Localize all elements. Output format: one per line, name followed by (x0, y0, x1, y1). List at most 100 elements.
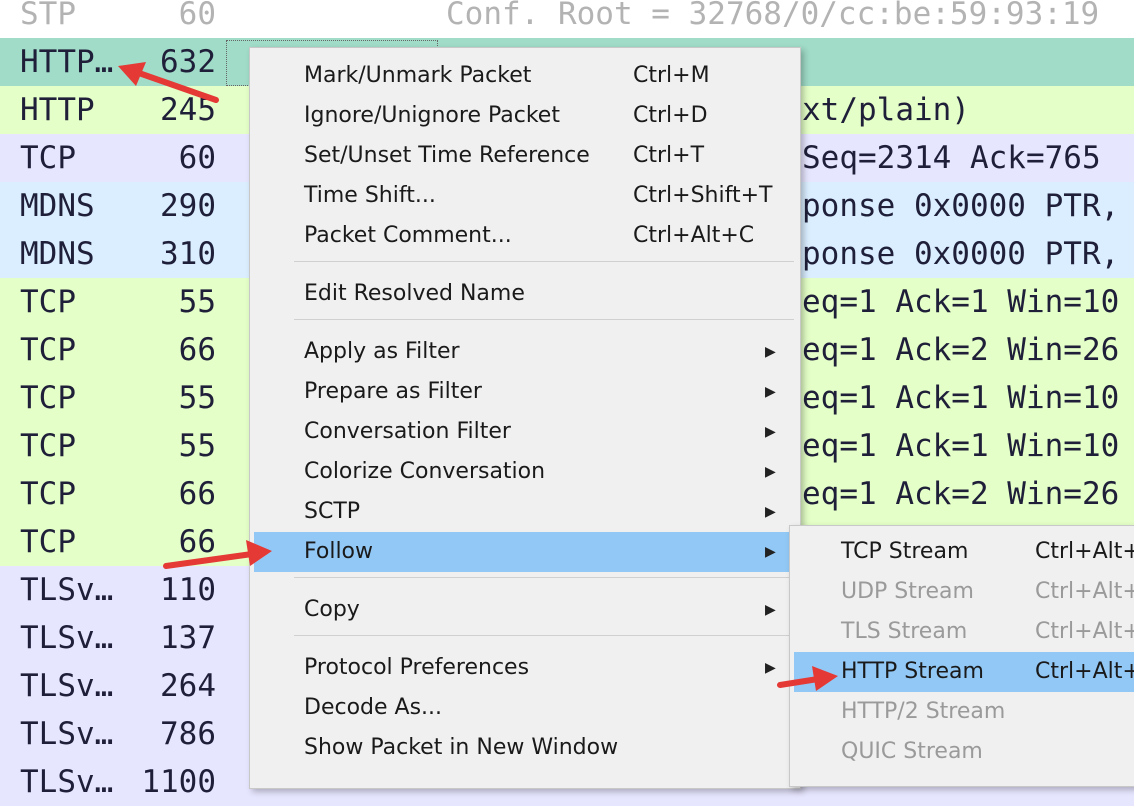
menu-item-label: TLS Stream (841, 619, 968, 644)
menu-item-shortcut: Ctrl+Alt+C (633, 223, 755, 248)
menu-item-shortcut: Ctrl+D (633, 103, 708, 128)
info-cell: eq=1 Ack=2 Win=26 (802, 476, 1120, 512)
menu-item-copy[interactable]: Copy ▶ (254, 590, 796, 630)
submenu-item-http-stream[interactable]: HTTP Stream Ctrl+Alt+ (794, 652, 1134, 692)
protocol-cell: TCP (20, 476, 76, 512)
menu-item-label: Follow (304, 539, 374, 564)
protocol-cell: TCP (20, 380, 76, 416)
protocol-cell: HTTP… (20, 44, 114, 80)
protocol-cell: TLSv… (20, 764, 114, 800)
menu-item-decode-as[interactable]: Decode As... (254, 688, 796, 728)
follow-submenu: TCP Stream Ctrl+Alt+ UDP Stream Ctrl+Alt… (789, 525, 1134, 787)
menu-item-sctp[interactable]: SCTP ▶ (254, 492, 796, 532)
menu-item-colorize-conversation[interactable]: Colorize Conversation ▶ (254, 452, 796, 492)
menu-item-protocol-preferences[interactable]: Protocol Preferences ▶ (254, 648, 796, 688)
menu-separator (294, 261, 794, 262)
protocol-cell: TCP (20, 284, 76, 320)
length-cell: 1100 (141, 764, 216, 800)
info-cell: xt/plain) (802, 92, 970, 128)
info-cell: eq=1 Ack=2 Win=26 (802, 332, 1120, 368)
submenu-item-tls-stream: TLS Stream Ctrl+Alt+ (794, 612, 1134, 652)
protocol-cell: TLSv… (20, 620, 114, 656)
menu-item-label: Edit Resolved Name (304, 281, 525, 306)
protocol-cell: TCP (20, 428, 76, 464)
menu-item-apply-as-filter[interactable]: Apply as Filter ▶ (254, 332, 796, 372)
menu-item-label: Ignore/Unignore Packet (304, 103, 560, 128)
menu-item-conversation-filter[interactable]: Conversation Filter ▶ (254, 412, 796, 452)
menu-item-label: Colorize Conversation (304, 459, 546, 484)
menu-item-label: UDP Stream (841, 579, 974, 604)
info-cell: ponse 0x0000 PTR, (802, 188, 1120, 224)
submenu-item-tcp-stream[interactable]: TCP Stream Ctrl+Alt+ (794, 532, 1134, 572)
submenu-arrow-icon: ▶ (765, 544, 776, 560)
length-cell: 55 (178, 284, 216, 320)
length-cell: 137 (160, 620, 216, 656)
menu-item-mark-packet[interactable]: Mark/Unmark Packet Ctrl+M (254, 56, 796, 96)
submenu-arrow-icon: ▶ (765, 424, 776, 440)
length-cell: 60 (178, 0, 216, 32)
menu-separator (294, 635, 794, 636)
protocol-cell: MDNS (20, 188, 95, 224)
menu-item-label: Copy (304, 597, 360, 622)
menu-separator (294, 319, 794, 320)
menu-item-shortcut: Ctrl+M (633, 63, 710, 88)
menu-item-label: Set/Unset Time Reference (304, 143, 590, 168)
menu-item-label: QUIC Stream (841, 739, 983, 764)
length-cell: 245 (160, 92, 216, 128)
menu-item-shortcut: Ctrl+T (633, 143, 705, 168)
info-cell: eq=1 Ack=1 Win=10 (802, 284, 1120, 320)
submenu-arrow-icon: ▶ (765, 602, 776, 618)
submenu-arrow-icon: ▶ (765, 464, 776, 480)
menu-item-label: Show Packet in New Window (304, 735, 619, 760)
menu-item-time-reference[interactable]: Set/Unset Time Reference Ctrl+T (254, 136, 796, 176)
menu-item-show-packet-new-window[interactable]: Show Packet in New Window (254, 728, 796, 768)
menu-item-edit-resolved-name[interactable]: Edit Resolved Name (254, 274, 796, 314)
menu-item-label: Mark/Unmark Packet (304, 63, 532, 88)
menu-item-label: Time Shift... (304, 183, 436, 208)
submenu-item-udp-stream: UDP Stream Ctrl+Alt+ (794, 572, 1134, 612)
packet-row[interactable]: STP 60 Conf. Root = 32768/0/cc:be:59:93:… (0, 0, 1134, 38)
menu-item-prepare-as-filter[interactable]: Prepare as Filter ▶ (254, 372, 796, 412)
info-cell: Conf. Root = 32768/0/cc:be:59:93:19 (446, 0, 1100, 32)
menu-item-packet-comment[interactable]: Packet Comment... Ctrl+Alt+C (254, 216, 796, 256)
context-menu: Mark/Unmark Packet Ctrl+M Ignore/Unignor… (249, 47, 801, 789)
protocol-cell: HTTP (20, 92, 95, 128)
menu-item-label: Decode As... (304, 695, 443, 720)
info-cell: eq=1 Ack=1 Win=10 (802, 428, 1120, 464)
menu-item-shortcut: Ctrl+Alt+ (1035, 619, 1134, 644)
length-cell: 632 (160, 44, 216, 80)
length-cell: 264 (160, 668, 216, 704)
menu-item-label: HTTP/2 Stream (841, 699, 1006, 724)
protocol-cell: TLSv… (20, 716, 114, 752)
length-cell: 290 (160, 188, 216, 224)
submenu-arrow-icon: ▶ (765, 384, 776, 400)
info-cell: ponse 0x0000 PTR, (802, 236, 1120, 272)
length-cell: 66 (178, 476, 216, 512)
length-cell: 310 (160, 236, 216, 272)
menu-item-shortcut: Ctrl+Alt+ (1035, 659, 1134, 684)
protocol-cell: MDNS (20, 236, 95, 272)
length-cell: 110 (160, 572, 216, 608)
menu-item-follow[interactable]: Follow ▶ (254, 532, 796, 572)
submenu-arrow-icon: ▶ (765, 504, 776, 520)
length-cell: 786 (160, 716, 216, 752)
menu-item-ignore-packet[interactable]: Ignore/Unignore Packet Ctrl+D (254, 96, 796, 136)
protocol-cell: TCP (20, 332, 76, 368)
menu-item-label: Protocol Preferences (304, 655, 530, 680)
menu-item-label: Apply as Filter (304, 339, 460, 364)
menu-item-time-shift[interactable]: Time Shift... Ctrl+Shift+T (254, 176, 796, 216)
menu-item-shortcut: Ctrl+Alt+ (1035, 539, 1134, 564)
protocol-cell: TCP (20, 140, 76, 176)
submenu-item-quic-stream: QUIC Stream (794, 732, 1134, 772)
info-cell: Seq=2314 Ack=765 (802, 140, 1101, 176)
submenu-arrow-icon: ▶ (765, 344, 776, 360)
menu-item-label: Conversation Filter (304, 419, 511, 444)
menu-item-label: Prepare as Filter (304, 379, 482, 404)
protocol-cell: STP (20, 0, 76, 32)
length-cell: 55 (178, 428, 216, 464)
menu-separator (294, 577, 794, 578)
info-cell: eq=1 Ack=1 Win=10 (802, 380, 1120, 416)
length-cell: 66 (178, 524, 216, 560)
menu-item-shortcut: Ctrl+Shift+T (633, 183, 773, 208)
submenu-arrow-icon: ▶ (765, 660, 776, 676)
